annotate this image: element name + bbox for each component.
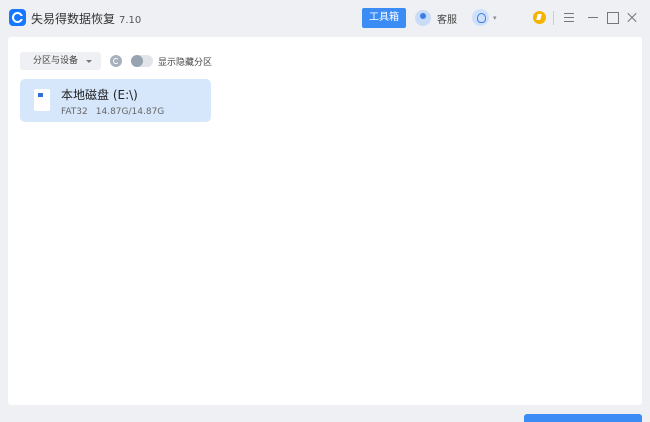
refresh-icon[interactable] <box>110 55 122 67</box>
customer-service-icon <box>415 10 431 26</box>
maximize-button[interactable] <box>605 10 619 24</box>
app-logo-icon <box>9 9 26 26</box>
title-bar: 失易得数据恢复 7.10 工具箱 客服 ▾ <box>0 0 650 36</box>
app-title: 失易得数据恢复 7.10 <box>31 10 141 27</box>
user-avatar-icon <box>472 9 489 26</box>
show-hidden-partitions-label: 显示隐藏分区 <box>158 58 213 68</box>
disk-meta: FAT32 14.87G/14.87G <box>61 107 164 117</box>
chevron-down-icon: ▾ <box>493 13 497 22</box>
disk-card[interactable]: 本地磁盘 (E:\) FAT32 14.87G/14.87G <box>20 79 211 122</box>
disk-capacity: 14.87G/14.87G <box>95 107 165 117</box>
customer-service-label: 客服 <box>437 14 457 26</box>
usb-drive-icon <box>34 89 50 111</box>
vip-icon[interactable] <box>533 11 546 24</box>
partition-dropdown-label: 分区与设备 <box>33 56 79 66</box>
user-account-button[interactable]: ▾ <box>472 9 497 26</box>
disk-filesystem: FAT32 <box>61 107 88 117</box>
main-panel: 分区与设备 显示隐藏分区 本地磁盘 (E:\) FAT32 14.87G/14.8… <box>8 37 642 405</box>
toolbox-button[interactable]: 工具箱 <box>362 8 406 28</box>
start-scan-button[interactable] <box>524 414 642 422</box>
app-version: 7.10 <box>119 15 142 26</box>
divider <box>553 11 554 25</box>
app-name: 失易得数据恢复 <box>31 12 116 26</box>
menu-icon[interactable] <box>562 10 576 24</box>
toggle-knob <box>131 55 143 67</box>
chevron-down-icon <box>86 60 92 63</box>
show-hidden-partitions-toggle[interactable] <box>131 55 153 67</box>
customer-service-button[interactable]: 客服 <box>415 8 457 28</box>
disk-name: 本地磁盘 (E:\) <box>61 88 138 102</box>
partition-device-dropdown[interactable]: 分区与设备 <box>20 52 101 70</box>
close-button[interactable] <box>625 10 639 24</box>
minimize-button[interactable] <box>586 10 600 24</box>
